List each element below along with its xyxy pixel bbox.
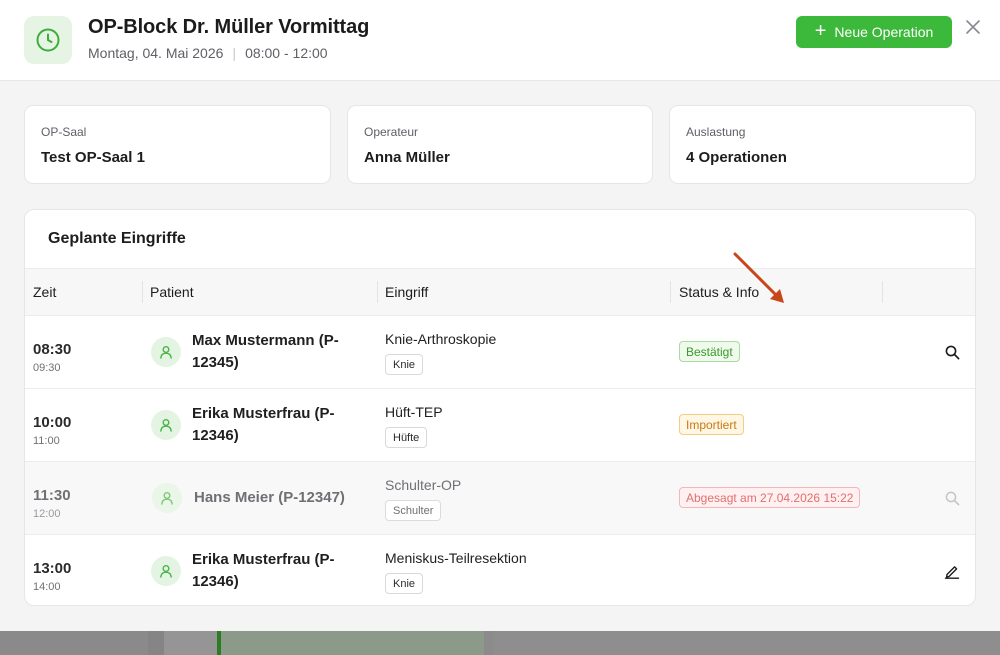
- patient-avatar-icon: [151, 556, 181, 586]
- info-card-surgeon: Operateur Anna Müller: [347, 105, 653, 184]
- patient-avatar-icon: [152, 483, 182, 513]
- table-row[interactable]: 13:00 14:00 Erika Musterfrau (P-12346) M…: [25, 535, 975, 605]
- patient-avatar-icon: [151, 410, 181, 440]
- info-card-room: OP-Saal Test OP-Saal 1: [24, 105, 331, 184]
- column-divider: [377, 281, 378, 303]
- room-value: Test OP-Saal 1: [41, 149, 145, 166]
- backdrop-panel: [221, 630, 484, 655]
- status-badge: Importiert: [679, 414, 744, 435]
- body-region-tag: Schulter: [385, 500, 442, 521]
- modal-title: OP-Block Dr. Müller Vormittag: [88, 16, 370, 38]
- procedure-name: Schulter-OP: [385, 477, 462, 493]
- utilization-value: 4 Operationen: [686, 149, 787, 166]
- end-time: 09:30: [33, 362, 61, 374]
- status-badge: Bestätigt: [679, 341, 740, 362]
- status-badge: Abgesagt am 27.04.2026 15:22: [679, 487, 861, 508]
- procedure-name: Hüft-TEP: [385, 404, 443, 420]
- surgeon-label: Operateur: [364, 125, 419, 139]
- info-card-utilization: Auslastung 4 Operationen: [669, 105, 976, 184]
- body-region-tag: Knie: [385, 354, 424, 375]
- block-date: Montag, 04. Mai 2026: [88, 45, 224, 61]
- start-time: 13:00: [33, 560, 72, 577]
- start-time: 10:00: [33, 414, 72, 431]
- patient-name: Max Mustermann (P-12345): [192, 332, 339, 371]
- backdrop-panel: [494, 630, 1000, 655]
- block-time-range: 08:00 - 12:00: [245, 45, 328, 61]
- backdrop-panel: [0, 630, 148, 655]
- backdrop-panel: [148, 630, 164, 655]
- patient-avatar-icon: [151, 337, 181, 367]
- end-time: 14:00: [33, 581, 61, 593]
- body-region-tag: Hüfte: [385, 427, 428, 448]
- column-header-procedure: Eingriff: [385, 284, 429, 300]
- start-time: 08:30: [33, 341, 72, 358]
- patient-name: Erika Musterfrau (P-12346): [192, 405, 335, 444]
- search-icon[interactable]: [942, 342, 962, 362]
- separator: |: [232, 45, 237, 61]
- column-divider: [670, 281, 671, 303]
- table-row[interactable]: 08:30 09:30 Max Mustermann (P-12345) Kni…: [25, 316, 975, 389]
- table-row[interactable]: 11:30 12:00 Hans Meier (P-12347) Schulte…: [25, 462, 975, 535]
- backdrop-panel: [484, 630, 494, 655]
- search-icon[interactable]: [942, 488, 962, 508]
- modal-header: OP-Block Dr. Müller Vormittag Montag, 04…: [0, 0, 1000, 81]
- column-header-patient: Patient: [150, 284, 194, 300]
- column-divider: [142, 281, 143, 303]
- planned-procedures-card: Geplante Eingriffe Zeit Patient Eingriff…: [24, 209, 976, 606]
- clock-icon: [24, 16, 72, 64]
- column-header-time: Zeit: [33, 284, 57, 300]
- procedure-name: Knie-Arthroskopie: [385, 331, 497, 347]
- start-time: 11:30: [33, 487, 71, 504]
- plus-icon: +: [814, 20, 827, 42]
- new-operation-label: Neue Operation: [834, 24, 934, 40]
- edit-icon[interactable]: [942, 561, 962, 581]
- patient-name: Hans Meier (P-12347): [194, 489, 345, 506]
- room-label: OP-Saal: [41, 125, 87, 139]
- surgeon-value: Anna Müller: [364, 149, 450, 166]
- procedure-name: Meniskus-Teilresektion: [385, 550, 527, 566]
- table-title: Geplante Eingriffe: [48, 230, 186, 247]
- backdrop-panel: [164, 630, 219, 655]
- block-date-time: Montag, 04. Mai 2026 | 08:00 - 12:00: [88, 45, 328, 61]
- close-icon[interactable]: [962, 16, 984, 38]
- new-operation-button[interactable]: + Neue Operation: [796, 16, 952, 48]
- end-time: 12:00: [33, 508, 61, 520]
- table-row[interactable]: 10:00 11:00 Erika Musterfrau (P-12346) H…: [25, 389, 975, 462]
- end-time: 11:00: [33, 435, 60, 447]
- patient-name: Erika Musterfrau (P-12346): [192, 551, 335, 590]
- table-header: Zeit Patient Eingriff Status & Info: [25, 268, 975, 316]
- utilization-label: Auslastung: [686, 125, 746, 139]
- column-header-status: Status & Info: [679, 284, 760, 300]
- op-block-modal: OP-Block Dr. Müller Vormittag Montag, 04…: [0, 0, 1000, 631]
- body-region-tag: Knie: [385, 573, 424, 594]
- column-divider: [882, 281, 883, 303]
